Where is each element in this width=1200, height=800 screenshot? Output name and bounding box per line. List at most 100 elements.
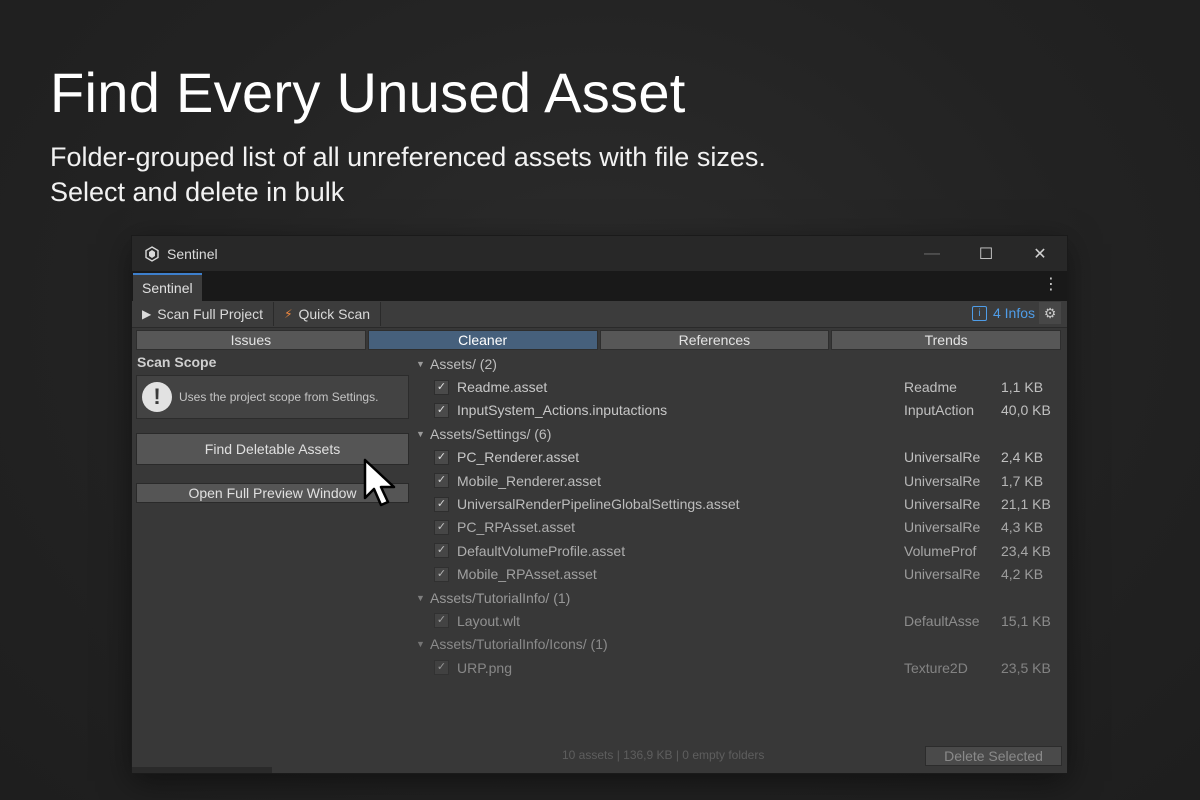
asset-type: UniversalRe — [904, 449, 980, 466]
checkbox-checked-icon[interactable]: ✓ — [434, 660, 449, 676]
asset-size: 21,1 KB — [1001, 496, 1051, 513]
asset-row[interactable]: ✓ UniversalRenderPipelineGlobalSettings.… — [414, 492, 1064, 515]
minimize-button[interactable]: — — [905, 236, 959, 271]
checkbox-checked-icon[interactable]: ✓ — [434, 379, 449, 395]
editor-tabstrip: Sentinel ⋮ — [132, 271, 1067, 301]
asset-name: Mobile_Renderer.asset — [457, 472, 601, 489]
checkbox-checked-icon[interactable]: ✓ — [434, 566, 449, 582]
view-tabs: Issues Cleaner References Trends — [136, 330, 1061, 350]
checkbox-checked-icon[interactable]: ✓ — [434, 543, 449, 559]
asset-name: URP.png — [457, 659, 513, 676]
checkbox-checked-icon[interactable]: ✓ — [434, 496, 449, 512]
scan-toolbar: ▶ Scan Full Project ⚡ Quick Scan — [132, 301, 1067, 328]
asset-name: Layout.wlt — [457, 612, 521, 629]
folder-group-assets[interactable]: ▼ Assets/ (2) — [414, 352, 1064, 375]
checkbox-checked-icon[interactable]: ✓ — [434, 402, 449, 418]
window-controls: — ☐ ✕ — [905, 236, 1067, 271]
asset-size: 23,4 KB — [1001, 542, 1051, 559]
checkbox-checked-icon[interactable]: ✓ — [434, 519, 449, 535]
folder-label: Assets/TutorialInfo/ (1) — [430, 589, 571, 606]
asset-size: 15,1 KB — [1001, 612, 1051, 629]
sentinel-window: Sentinel — ☐ ✕ Sentinel ⋮ ▶ Scan Full Pr… — [132, 236, 1067, 773]
unused-assets-list: ▼ Assets/ (2) ✓ Readme.asset Readme 1,1 … — [414, 352, 1064, 679]
asset-type: UniversalRe — [904, 566, 980, 583]
checkbox-checked-icon[interactable]: ✓ — [434, 473, 449, 489]
asset-name: PC_Renderer.asset — [457, 449, 580, 466]
asset-row[interactable]: ✓ DefaultVolumeProfile.asset VolumeProf … — [414, 539, 1064, 562]
asset-type: Readme — [904, 379, 957, 396]
scan-scope-text: Uses the project scope from Settings. — [179, 390, 379, 404]
scan-full-project-label: Scan Full Project — [157, 306, 264, 322]
hero-title: Find Every Unused Asset — [50, 61, 686, 124]
asset-row[interactable]: ✓ PC_Renderer.asset UniversalRe 2,4 KB — [414, 446, 1064, 469]
asset-summary-status: 10 assets | 136,9 KB | 0 empty folders — [562, 748, 765, 762]
window-title: Sentinel — [167, 245, 218, 262]
expand-triangle-icon[interactable]: ▼ — [416, 359, 430, 369]
asset-name: Readme.asset — [457, 379, 548, 396]
folder-label: Assets/ (2) — [430, 355, 497, 372]
folder-label: Assets/TutorialInfo/Icons/ (1) — [430, 636, 608, 653]
asset-row[interactable]: ✓ Mobile_RPAsset.asset UniversalRe 4,2 K… — [414, 563, 1064, 586]
folder-group-tutorialinfo[interactable]: ▼ Assets/TutorialInfo/ (1) — [414, 586, 1064, 609]
asset-type: UniversalRe — [904, 472, 980, 489]
expand-triangle-icon[interactable]: ▼ — [416, 639, 430, 649]
more-options-icon[interactable]: ⋮ — [1043, 277, 1059, 293]
close-button[interactable]: ✕ — [1013, 236, 1067, 271]
asset-type: UniversalRe — [904, 519, 980, 536]
tab-cleaner[interactable]: Cleaner — [367, 330, 598, 350]
hero-subtitle: Folder-grouped list of all unreferenced … — [50, 140, 766, 210]
tab-references[interactable]: References — [599, 330, 830, 350]
asset-size: 1,1 KB — [1001, 379, 1044, 396]
asset-type: VolumeProf — [904, 542, 977, 559]
asset-size: 23,5 KB — [1001, 659, 1051, 676]
asset-type: InputAction — [904, 402, 975, 419]
quick-scan-button[interactable]: ⚡ Quick Scan — [274, 302, 382, 326]
scan-scope-info-box: ! Uses the project scope from Settings. — [136, 375, 409, 419]
quick-scan-label: Quick Scan — [298, 306, 371, 322]
unity-app-icon — [145, 245, 159, 262]
folder-label: Assets/Settings/ (6) — [430, 425, 552, 442]
asset-row[interactable]: ✓ PC_RPAsset.asset UniversalRe 4,3 KB — [414, 516, 1064, 539]
asset-row[interactable]: ✓ InputSystem_Actions.inputactions Input… — [414, 399, 1064, 422]
lightning-icon: ⚡ — [284, 307, 293, 321]
folder-group-settings[interactable]: ▼ Assets/Settings/ (6) — [414, 422, 1064, 445]
asset-row[interactable]: ✓ Readme.asset Readme 1,1 KB — [414, 375, 1064, 398]
horizontal-scrollbar[interactable] — [132, 767, 272, 773]
tab-issues[interactable]: Issues — [136, 330, 366, 350]
hero-subtitle-line-1: Folder-grouped list of all unreferenced … — [50, 142, 766, 172]
asset-name: Mobile_RPAsset.asset — [457, 566, 597, 583]
mouse-pointer-icon — [363, 458, 396, 507]
window-titlebar[interactable]: Sentinel — ☐ ✕ — [132, 236, 1067, 271]
asset-size: 4,2 KB — [1001, 566, 1044, 583]
delete-selected-button[interactable]: Delete Selected — [925, 746, 1062, 766]
asset-name: DefaultVolumeProfile.asset — [457, 542, 626, 559]
expand-triangle-icon[interactable]: ▼ — [416, 593, 430, 603]
asset-name: UniversalRenderPipelineGlobalSettings.as… — [457, 496, 740, 513]
asset-row[interactable]: ✓ Layout.wlt DefaultAsse 15,1 KB — [414, 609, 1064, 632]
scan-full-project-button[interactable]: ▶ Scan Full Project — [132, 302, 275, 326]
expand-triangle-icon[interactable]: ▼ — [416, 429, 430, 439]
asset-type: DefaultAsse — [904, 612, 980, 629]
asset-size: 40,0 KB — [1001, 402, 1051, 419]
asset-name: InputSystem_Actions.inputactions — [457, 402, 668, 419]
exclamation-icon: ! — [142, 382, 172, 412]
info-count-label: 4 Infos — [992, 305, 1035, 321]
asset-size: 1,7 KB — [1001, 472, 1044, 489]
asset-row[interactable]: ✓ URP.png Texture2D 23,5 KB — [414, 656, 1064, 679]
tab-sentinel[interactable]: Sentinel — [133, 273, 202, 301]
maximize-button[interactable]: ☐ — [959, 236, 1013, 271]
folder-group-tutorialinfo-icons[interactable]: ▼ Assets/TutorialInfo/Icons/ (1) — [414, 633, 1064, 656]
asset-name: PC_RPAsset.asset — [457, 519, 576, 536]
play-icon: ▶ — [142, 307, 152, 321]
hero-subtitle-line-2: Select and delete in bulk — [50, 177, 345, 207]
settings-gear-icon[interactable]: ⚙ — [1039, 302, 1061, 324]
tab-trends[interactable]: Trends — [831, 330, 1061, 350]
checkbox-checked-icon[interactable]: ✓ — [434, 613, 449, 629]
asset-size: 4,3 KB — [1001, 519, 1044, 536]
asset-row[interactable]: ✓ Mobile_Renderer.asset UniversalRe 1,7 … — [414, 469, 1064, 492]
asset-size: 2,4 KB — [1001, 449, 1044, 466]
info-count-badge[interactable]: i 4 Infos — [971, 303, 1035, 323]
asset-type: UniversalRe — [904, 496, 980, 513]
scan-scope-title: Scan Scope — [137, 354, 217, 370]
checkbox-checked-icon[interactable]: ✓ — [434, 449, 449, 465]
